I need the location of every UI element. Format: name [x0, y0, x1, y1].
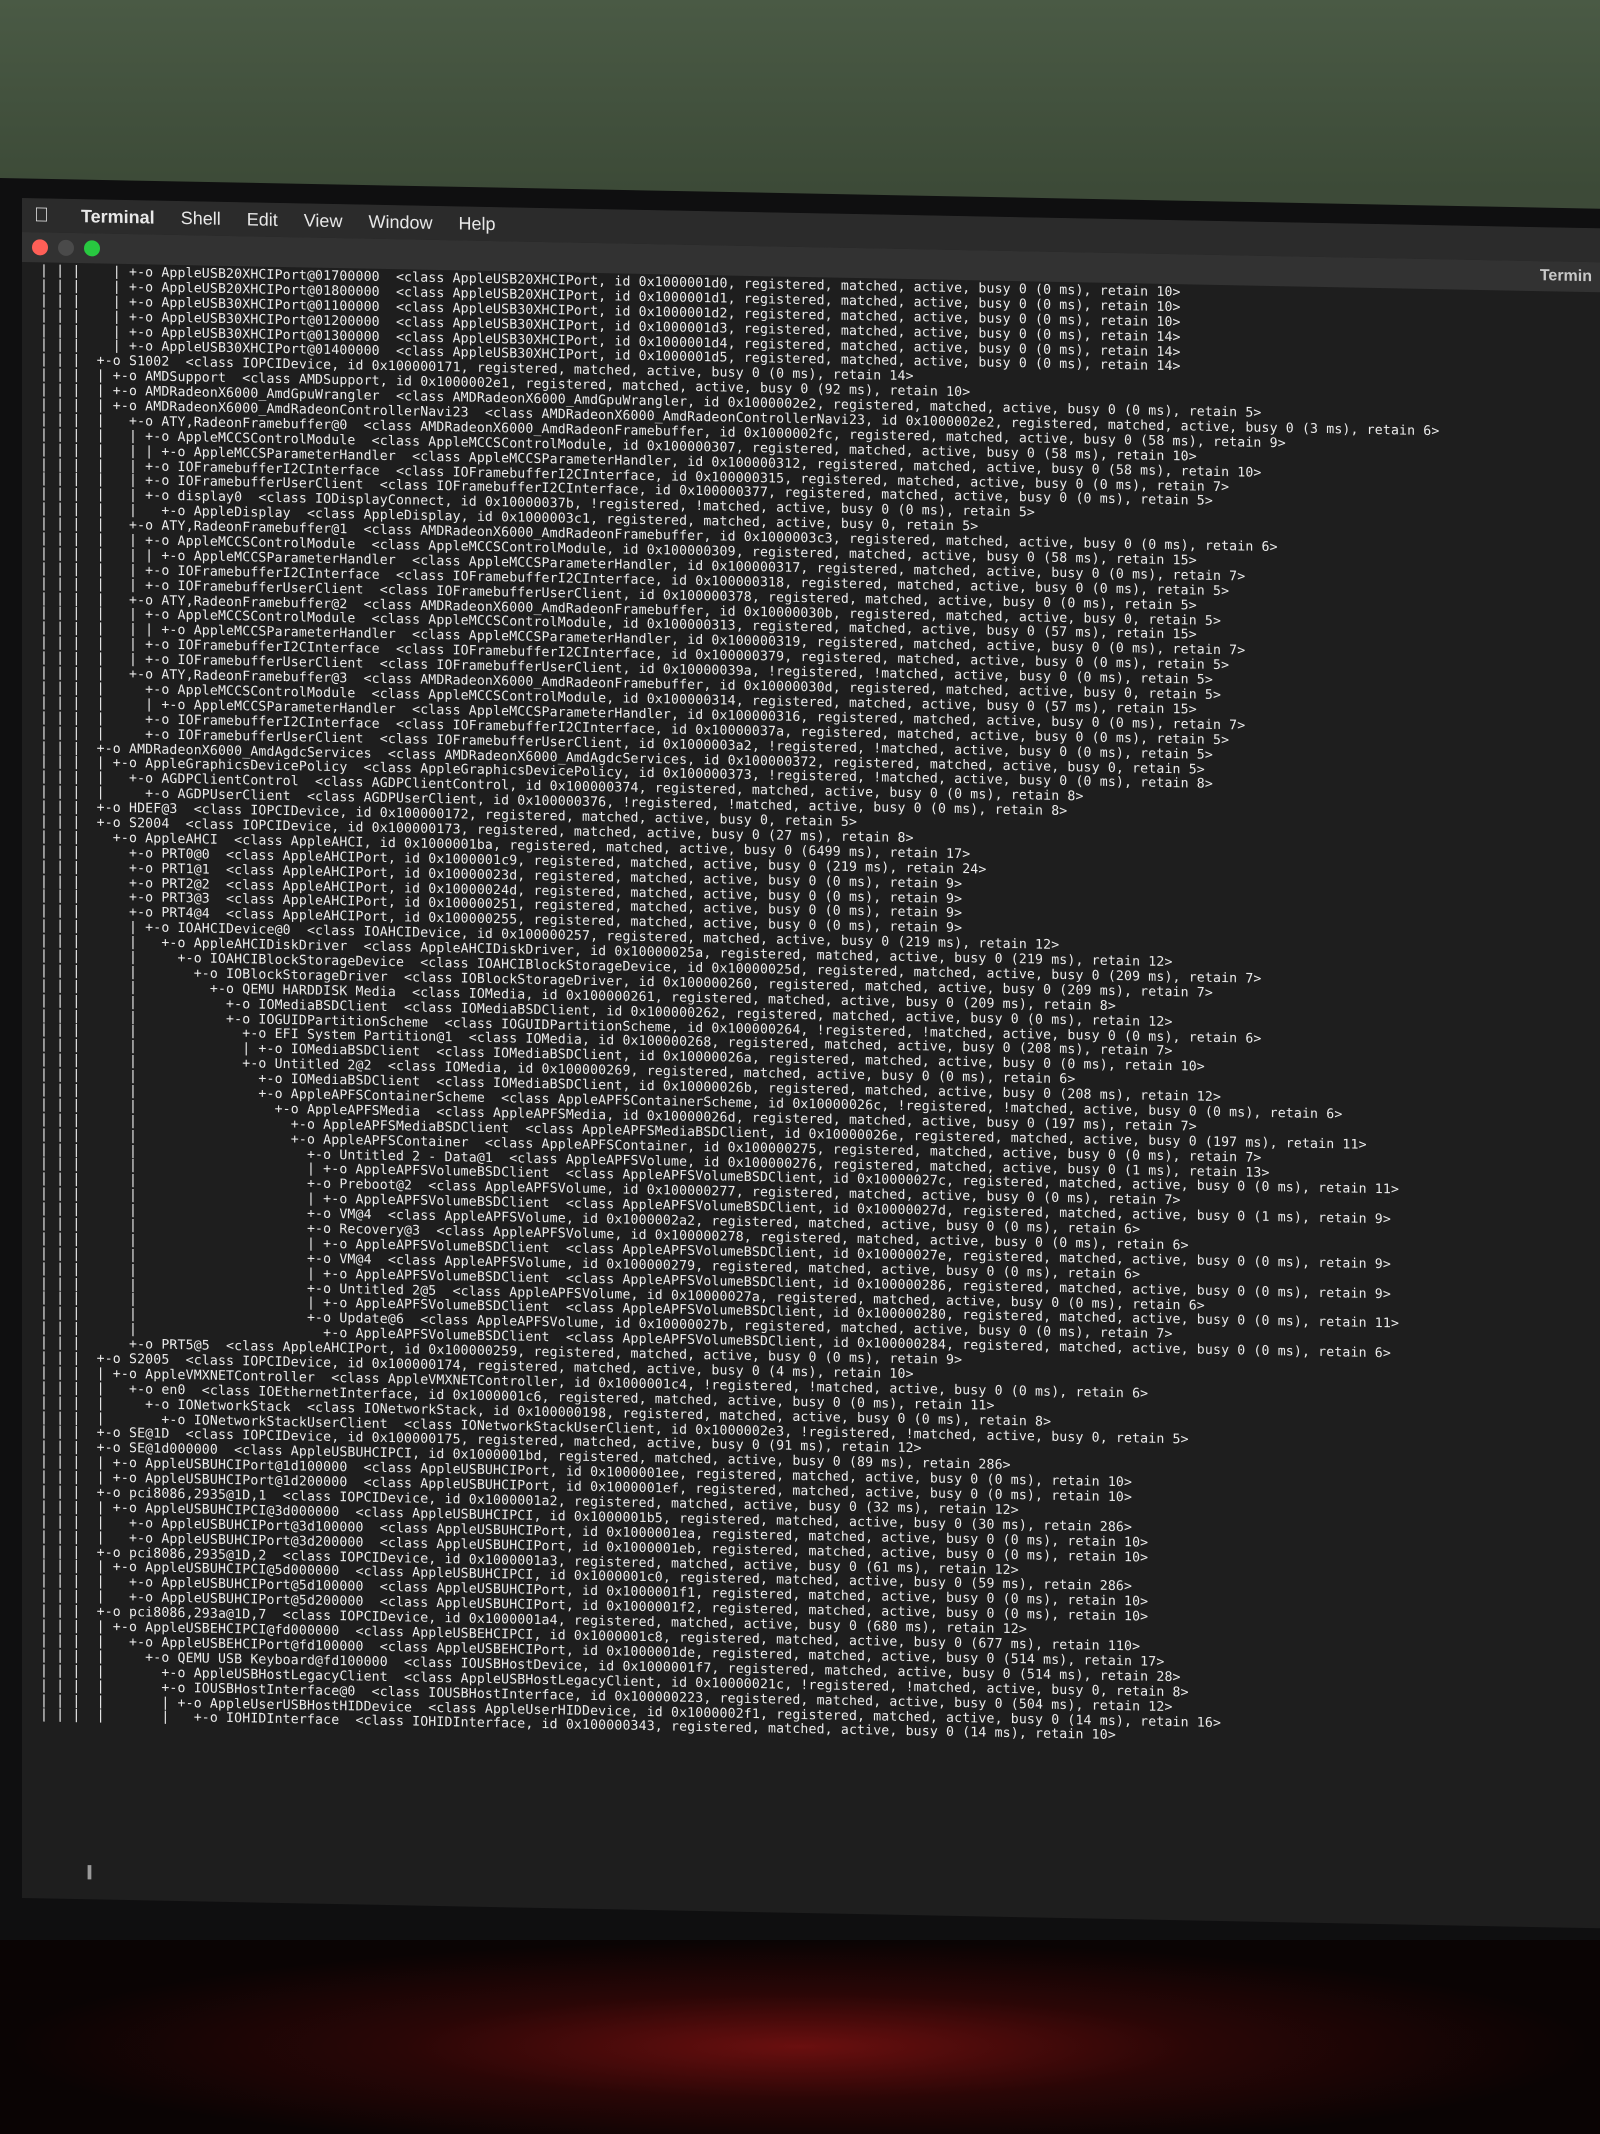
- apple-icon[interactable]: : [34, 204, 49, 227]
- terminal-cursor: ▐: [84, 1865, 92, 1880]
- zoom-button[interactable]: [84, 240, 100, 257]
- screen:  Terminal Shell Edit View Window Help T…: [22, 198, 1600, 1929]
- window-title: Termin: [1539, 267, 1592, 286]
- menu-view[interactable]: View: [304, 210, 343, 232]
- desk-surface: [0, 1940, 1600, 2134]
- menu-app-name[interactable]: Terminal: [81, 206, 155, 228]
- menu-help[interactable]: Help: [458, 213, 495, 235]
- menu-shell[interactable]: Shell: [181, 208, 221, 230]
- background-wall: [0, 0, 1600, 190]
- menu-edit[interactable]: Edit: [247, 209, 278, 231]
- close-button[interactable]: [32, 239, 48, 256]
- minimize-button[interactable]: [58, 239, 74, 256]
- menu-window[interactable]: Window: [368, 211, 432, 233]
- terminal-output[interactable]: | | | | +-o AppleUSB20XHCIPort@01700000 …: [22, 262, 1600, 1754]
